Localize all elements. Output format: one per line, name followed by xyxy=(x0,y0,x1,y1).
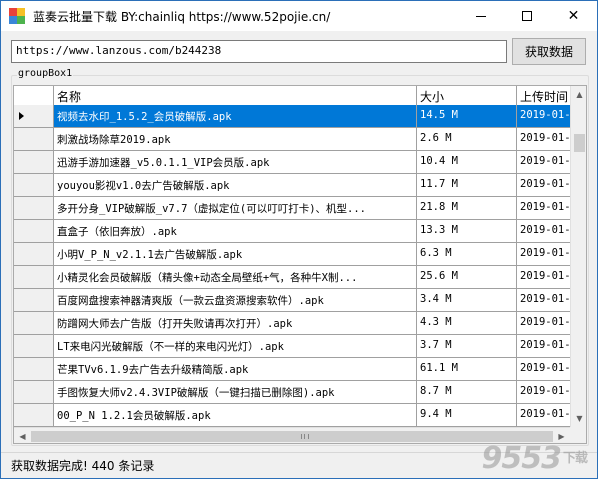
cell-size[interactable]: 11.7 M xyxy=(417,174,517,196)
row-selector[interactable] xyxy=(14,312,54,334)
scroll-down-icon[interactable]: ▼ xyxy=(571,410,586,427)
vertical-scrollbar[interactable]: ▲ ▼ xyxy=(570,86,586,427)
cell-name[interactable]: 手图恢复大师v2.4.3VIP破解版（一键扫描已删除图).apk xyxy=(54,381,417,403)
cell-size[interactable]: 6.3 M xyxy=(417,243,517,265)
row-selector[interactable] xyxy=(14,289,54,311)
vertical-scroll-thumb[interactable] xyxy=(574,134,585,152)
scroll-left-icon[interactable]: ◀ xyxy=(14,428,31,443)
cell-name[interactable]: 直盒子（依旧奔放）.apk xyxy=(54,220,417,242)
app-icon xyxy=(9,8,25,24)
table-row[interactable]: 直盒子（依旧奔放）.apk 13.3 M 2019-01-25 xyxy=(14,220,585,243)
cell-name[interactable]: 小精灵化会员破解版（精头像+动态全局壁纸+气，各种牛X制... xyxy=(54,266,417,288)
cell-size[interactable]: 4.3 M xyxy=(417,312,517,334)
cell-size[interactable]: 61.1 M xyxy=(417,358,517,380)
table-row[interactable]: 小明V_P_N_v2.1.1去广告破解版.apk 6.3 M 2019-01-24 xyxy=(14,243,585,266)
title-bar[interactable]: 蓝奏云批量下载 BY:chainliq https://www.52pojie.… xyxy=(1,1,597,31)
row-selector[interactable] xyxy=(14,197,54,219)
cell-size[interactable]: 14.5 M xyxy=(417,105,517,127)
row-selector[interactable] xyxy=(14,266,54,288)
cell-name[interactable]: 小明V_P_N_v2.1.1去广告破解版.apk xyxy=(54,243,417,265)
url-input[interactable]: https://www.lanzous.com/b244238 xyxy=(11,40,507,63)
window-controls: ✕ xyxy=(458,1,597,31)
cell-size[interactable]: 10.4 M xyxy=(417,151,517,173)
table-row[interactable]: 00_P_N 1.2.1会员破解版.apk 9.4 M 2019-01-16 xyxy=(14,404,585,427)
watermark-logo: 9553 下载 xyxy=(481,441,588,476)
close-icon: ✕ xyxy=(567,8,580,24)
table-row[interactable]: 刺激战场除草2019.apk 2.6 M 2019-01-27 xyxy=(14,128,585,151)
table-row[interactable]: 多开分身_VIP破解版_v7.7（虚拟定位(可以叮叮打卡)、机型... 21.8 … xyxy=(14,197,585,220)
cell-size[interactable]: 3.4 M xyxy=(417,289,517,311)
table-row[interactable]: youyou影视v1.0去广告破解版.apk 11.7 M 2019-01-26 xyxy=(14,174,585,197)
cell-size[interactable]: 21.8 M xyxy=(417,197,517,219)
cell-name[interactable]: 视频去水印_1.5.2_会员破解版.apk xyxy=(54,105,417,127)
column-header-name[interactable]: 名称 xyxy=(54,86,417,105)
cell-name[interactable]: 刺激战场除草2019.apk xyxy=(54,128,417,150)
row-selector[interactable] xyxy=(14,105,54,127)
cell-name[interactable]: 防蹭网大师去广告版（打开失败请再次打开）.apk xyxy=(54,312,417,334)
cell-size[interactable]: 2.6 M xyxy=(417,128,517,150)
maximize-button[interactable] xyxy=(504,1,550,31)
row-selector[interactable] xyxy=(14,174,54,196)
scroll-up-icon[interactable]: ▲ xyxy=(571,86,586,103)
cell-size[interactable]: 9.4 M xyxy=(417,404,517,426)
window-title: 蓝奏云批量下载 BY:chainliq https://www.52pojie.… xyxy=(33,9,331,24)
cell-size[interactable]: 8.7 M xyxy=(417,381,517,403)
cell-name[interactable]: 芒果TVv6.1.9去广告去升级精简版.apk xyxy=(54,358,417,380)
minimize-button[interactable] xyxy=(458,1,504,31)
row-selector[interactable] xyxy=(14,151,54,173)
row-selector[interactable] xyxy=(14,335,54,357)
row-selector[interactable] xyxy=(14,220,54,242)
status-bar: 获取数据完成! 440 条记录 9553 下载 xyxy=(1,441,597,478)
horizontal-scroll-thumb[interactable] xyxy=(31,431,553,442)
status-text: 获取数据完成! 440 条记录 xyxy=(11,459,155,473)
row-selector[interactable] xyxy=(14,404,54,426)
cell-size[interactable]: 3.7 M xyxy=(417,335,517,357)
row-selector[interactable] xyxy=(14,243,54,265)
cell-name[interactable]: 00_P_N 1.2.1会员破解版.apk xyxy=(54,404,417,426)
cell-size[interactable]: 25.6 M xyxy=(417,266,517,288)
file-grid[interactable]: 名称 大小 上传时间 视频去水印_1.5.2_会员破解版.apk 14.5 M 20… xyxy=(13,85,587,444)
column-header-size[interactable]: 大小 xyxy=(417,86,517,105)
cell-name[interactable]: youyou影视v1.0去广告破解版.apk xyxy=(54,174,417,196)
grid-rows: 视频去水印_1.5.2_会员破解版.apk 14.5 M 2019-01-28 刺激战… xyxy=(14,105,585,427)
table-row[interactable]: 小精灵化会员破解版（精头像+动态全局壁纸+气，各种牛X制... 25.6 M 201… xyxy=(14,266,585,289)
table-row[interactable]: 手图恢复大师v2.4.3VIP破解版（一键扫描已删除图).apk 8.7 M 201… xyxy=(14,381,585,404)
cell-name[interactable]: 迅游手游加速器_v5.0.1.1_VIP会员版.apk xyxy=(54,151,417,173)
table-row[interactable]: 防蹭网大师去广告版（打开失败请再次打开）.apk 4.3 M 2019-01-17 xyxy=(14,312,585,335)
cell-name[interactable]: 百度网盘搜索神器清爽版（一款云盘资源搜索软件）.apk xyxy=(54,289,417,311)
main-window: 蓝奏云批量下载 BY:chainliq https://www.52pojie.… xyxy=(0,0,598,479)
table-row[interactable]: 视频去水印_1.5.2_会员破解版.apk 14.5 M 2019-01-28 xyxy=(14,105,585,128)
row-selector[interactable] xyxy=(14,358,54,380)
current-row-arrow-icon xyxy=(19,112,24,120)
cell-size[interactable]: 13.3 M xyxy=(417,220,517,242)
cell-name[interactable]: LT来电闪光破解版（不一样的来电闪光灯）.apk xyxy=(54,335,417,357)
groupbox-label: groupBox1 xyxy=(17,68,74,79)
minimize-icon xyxy=(476,15,486,17)
cell-name[interactable]: 多开分身_VIP破解版_v7.7（虚拟定位(可以叮叮打卡)、机型... xyxy=(54,197,417,219)
table-row[interactable]: 芒果TVv6.1.9去广告去升级精简版.apk 61.1 M 2019-01-17 xyxy=(14,358,585,381)
header-row-selector xyxy=(14,86,54,105)
table-row[interactable]: LT来电闪光破解版（不一样的来电闪光灯）.apk 3.7 M 2019-01-17 xyxy=(14,335,585,358)
table-row[interactable]: 百度网盘搜索神器清爽版（一款云盘资源搜索软件）.apk 3.4 M 2019-01-… xyxy=(14,289,585,312)
row-selector[interactable] xyxy=(14,381,54,403)
maximize-icon xyxy=(522,11,532,21)
fetch-data-button[interactable]: 获取数据 xyxy=(512,38,586,65)
row-selector[interactable] xyxy=(14,128,54,150)
close-button[interactable]: ✕ xyxy=(550,1,597,31)
grip-icon xyxy=(301,434,309,439)
grid-header: 名称 大小 上传时间 xyxy=(14,86,585,105)
table-row[interactable]: 迅游手游加速器_v5.0.1.1_VIP会员版.apk 10.4 M 2019-01… xyxy=(14,151,585,174)
